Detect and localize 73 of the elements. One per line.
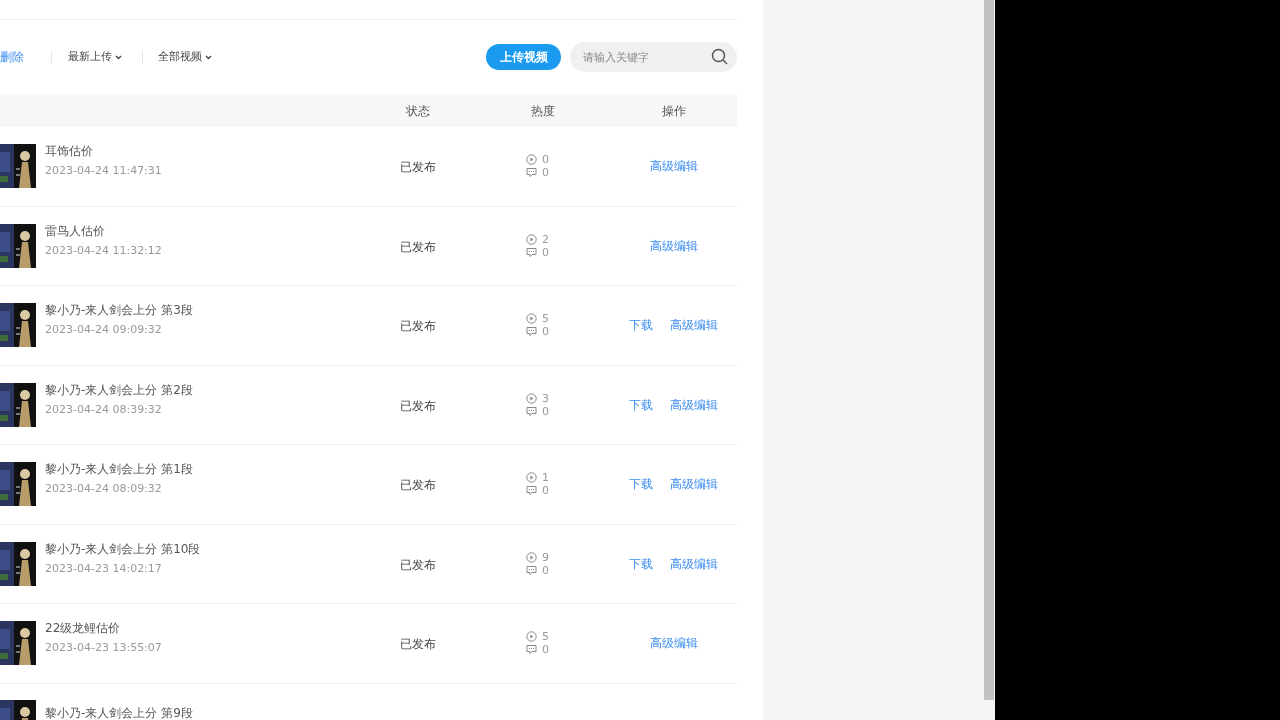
status-text: 已发布 — [400, 557, 436, 572]
comment-count: 0 — [542, 484, 549, 498]
comment-count: 0 — [542, 166, 549, 180]
status-text: 已发布 — [400, 478, 436, 493]
search-icon[interactable] — [711, 48, 728, 65]
play-count: 5 — [542, 630, 549, 644]
video-title[interactable]: 黎小乃-来人剑会上分 第2段 — [45, 382, 193, 397]
play-icon — [526, 631, 537, 643]
comment-icon — [526, 246, 537, 258]
column-header: 热度 — [531, 103, 555, 118]
comment-icon — [526, 564, 537, 576]
upload-date: 2023-04-23 13:55:07 — [45, 640, 162, 657]
upload-date: 2023-04-24 11:32:12 — [45, 242, 162, 259]
advanced-edit-link[interactable]: 高级编辑 — [670, 475, 718, 494]
advanced-edit-link[interactable]: 高级编辑 — [670, 395, 718, 414]
comment-count: 0 — [542, 643, 549, 657]
upload-date: 2023-04-24 08:39:32 — [45, 401, 163, 418]
advanced-edit-link[interactable]: 高级编辑 — [649, 157, 698, 176]
play-icon — [526, 472, 537, 484]
column-header: 操作 — [661, 103, 686, 118]
caret-icon — [115, 54, 122, 60]
upload-date: 2023-04-24 09:09:32 — [45, 322, 163, 339]
video-title[interactable]: 黎小乃-来人剑会上分 第1段 — [45, 462, 193, 477]
download-link[interactable]: 下载 — [629, 554, 653, 573]
play-icon — [526, 551, 537, 563]
comment-icon — [526, 405, 537, 417]
comment-count: 0 — [542, 404, 549, 418]
search-field[interactable]: 请输入关键字 — [570, 42, 737, 72]
advanced-edit-link[interactable]: 高级编辑 — [670, 316, 718, 335]
comment-count: 0 — [542, 563, 549, 577]
caret-icon — [205, 54, 212, 60]
comment-count: 0 — [542, 325, 549, 339]
upload-button[interactable]: 上传视频 — [486, 44, 561, 70]
comment-icon — [526, 485, 537, 497]
status-text: 已发布 — [400, 160, 436, 175]
upload-date: 2023-04-24 11:47:31 — [45, 163, 162, 180]
download-link[interactable]: 下载 — [629, 395, 653, 414]
advanced-edit-link[interactable]: 高级编辑 — [670, 554, 718, 573]
play-icon — [526, 154, 537, 166]
play-icon — [526, 392, 537, 404]
upload-date: 2023-04-23 14:02:17 — [45, 560, 163, 577]
download-link[interactable]: 下载 — [629, 475, 653, 494]
advanced-edit-link[interactable]: 高级编辑 — [649, 236, 698, 255]
comment-icon — [526, 644, 537, 656]
upload-date: 2023-04-24 08:09:32 — [45, 481, 163, 498]
play-icon — [526, 313, 537, 325]
filter-dropdown[interactable]: 全部视频 — [158, 48, 212, 66]
play-count: 2 — [542, 232, 549, 246]
advanced-edit-link[interactable]: 高级编辑 — [649, 634, 698, 653]
status-text: 已发布 — [400, 239, 436, 254]
column-header: 状态 — [406, 103, 430, 118]
status-text: 已发布 — [400, 637, 436, 652]
video-title[interactable]: 22级龙鲤估价 — [45, 621, 162, 636]
status-text: 已发布 — [400, 319, 436, 334]
delete-link[interactable]: 删除 — [0, 48, 24, 66]
video-title[interactable]: 黎小乃-来人剑会上分 第9段 — [45, 705, 193, 720]
video-title[interactable]: 黎小乃-来人剑会上分 第3段 — [45, 303, 193, 318]
video-title[interactable]: 雷鸟人估价 — [45, 223, 162, 238]
play-count: 0 — [542, 153, 549, 167]
play-count: 9 — [542, 550, 549, 564]
play-count: 3 — [542, 391, 549, 405]
status-text: 已发布 — [400, 398, 436, 413]
comment-count: 0 — [542, 245, 549, 259]
video-title[interactable]: 黎小乃-来人剑会上分 第10段 — [45, 541, 201, 556]
scrollbar[interactable] — [983, 0, 994, 700]
download-link[interactable]: 下载 — [629, 316, 653, 335]
play-count: 5 — [542, 312, 549, 326]
video-title[interactable]: 耳饰估价 — [45, 144, 162, 159]
comment-icon — [526, 326, 537, 338]
comment-icon — [526, 167, 537, 179]
play-icon — [526, 233, 537, 245]
play-count: 1 — [542, 471, 549, 485]
sort-dropdown[interactable]: 最新上传 — [68, 48, 122, 66]
